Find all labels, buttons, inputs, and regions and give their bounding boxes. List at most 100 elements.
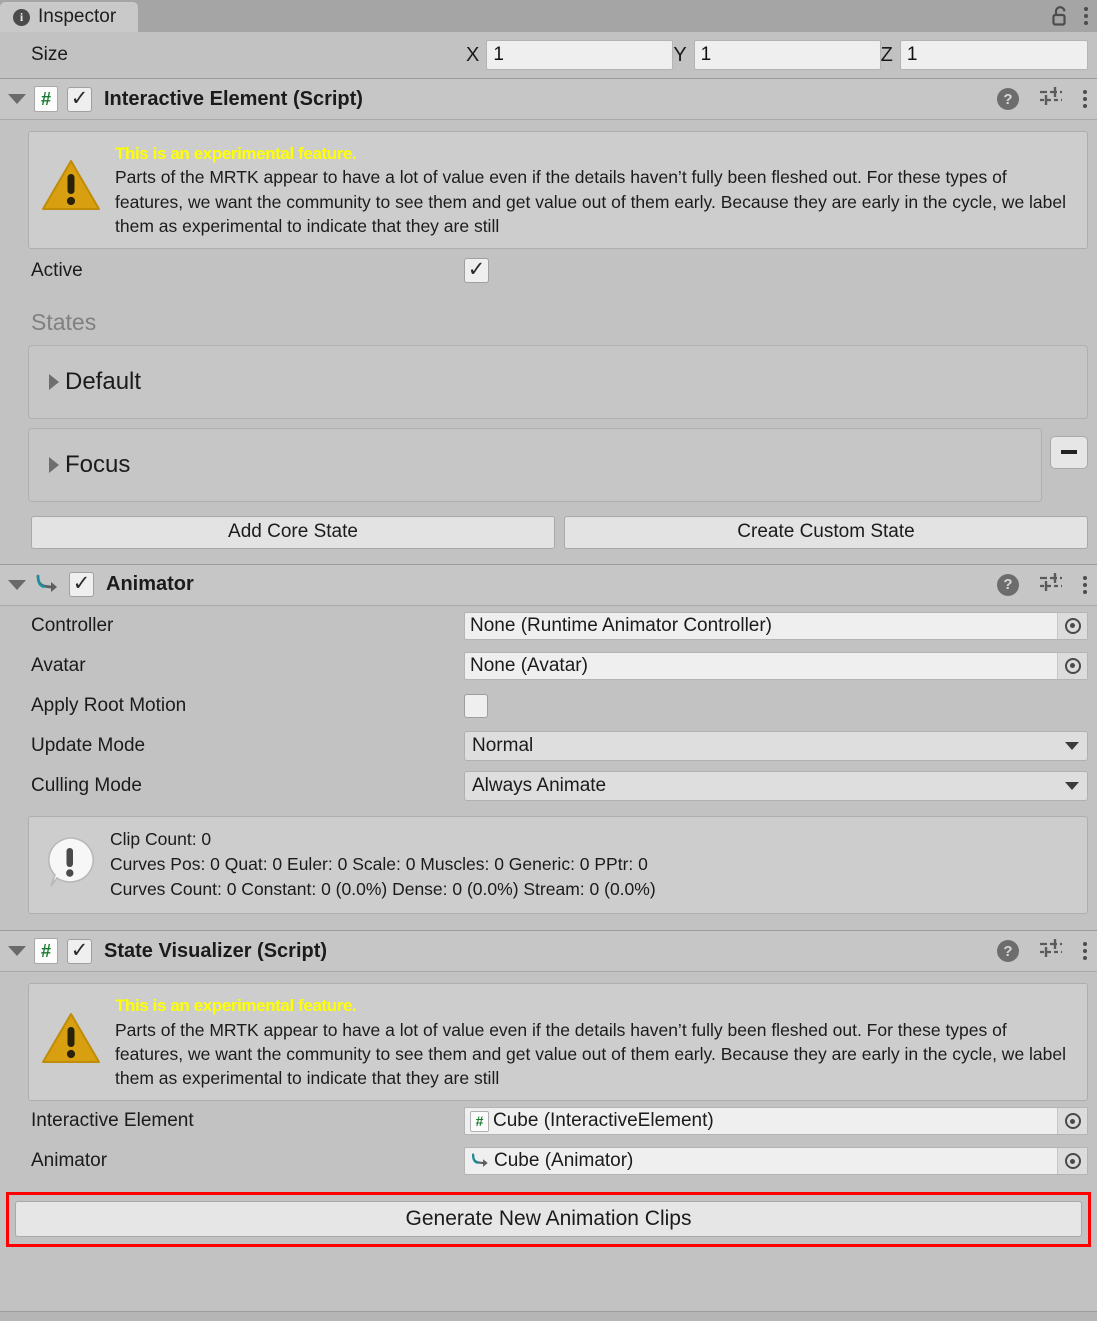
experimental-warning-box: This is an experimental feature. Parts o… bbox=[28, 131, 1088, 249]
state-row-default[interactable]: Default bbox=[28, 344, 1088, 419]
animator-field-label: Animator bbox=[31, 1150, 108, 1172]
avatar-object-field[interactable]: None (Avatar) bbox=[464, 651, 1088, 680]
interactive-element-label: Interactive Element bbox=[31, 1110, 194, 1132]
component-header-state-visualizer[interactable]: # State Visualizer (Script) ? bbox=[0, 930, 1097, 973]
tab-bar-actions bbox=[1051, 5, 1097, 32]
enable-checkbox-animator[interactable] bbox=[69, 572, 94, 598]
size-axis-z: Z 1 bbox=[881, 40, 1088, 70]
chevron-right-icon[interactable] bbox=[49, 373, 59, 390]
help-icon[interactable]: ? bbox=[997, 88, 1019, 110]
component-header-actions: ? bbox=[997, 85, 1087, 113]
help-icon[interactable]: ? bbox=[997, 940, 1019, 963]
component-header-animator[interactable]: Animator ? bbox=[0, 563, 1097, 606]
preset-icon[interactable] bbox=[1038, 571, 1064, 599]
script-icon: # bbox=[34, 86, 58, 112]
component-kebab-menu-icon[interactable] bbox=[1083, 942, 1087, 961]
experimental-warning-text: This is an experimental feature. Parts o… bbox=[115, 993, 1077, 1090]
state-action-buttons: Add Core State Create Custom State bbox=[0, 502, 1097, 562]
avatar-value: None (Avatar) bbox=[470, 654, 588, 676]
info-line-1: Clip Count: 0 bbox=[110, 828, 212, 849]
size-label: Size bbox=[31, 44, 68, 65]
script-icon: # bbox=[34, 938, 58, 965]
info-line-2: Curves Pos: 0 Quat: 0 Euler: 0 Scale: 0 … bbox=[110, 853, 648, 874]
controller-label: Controller bbox=[31, 614, 114, 636]
help-icon[interactable]: ? bbox=[997, 573, 1019, 596]
info-line-3: Curves Count: 0 Constant: 0 (0.0%) Dense… bbox=[110, 878, 656, 899]
add-core-state-button[interactable]: Add Core State bbox=[31, 515, 555, 549]
culling-mode-label: Culling Mode bbox=[31, 774, 142, 796]
state-name-default: Default bbox=[65, 367, 142, 395]
controller-object-field[interactable]: None (Runtime Animator Controller) bbox=[464, 611, 1088, 640]
culling-mode-value: Always Animate bbox=[472, 774, 607, 796]
chevron-right-icon[interactable] bbox=[49, 456, 59, 473]
bottom-strip bbox=[0, 1311, 1097, 1321]
chevron-down-icon bbox=[1065, 781, 1079, 790]
animator-field-culling-mode: Culling Mode Always Animate bbox=[0, 766, 1097, 806]
active-checkbox[interactable] bbox=[464, 258, 489, 284]
minus-icon bbox=[1061, 450, 1077, 455]
size-axis-y: Y 1 bbox=[673, 40, 881, 70]
preset-icon[interactable] bbox=[1038, 85, 1064, 113]
tab-inspector-label: Inspector bbox=[38, 6, 117, 27]
kebab-menu-icon[interactable] bbox=[1084, 7, 1088, 25]
interactive-element-value: Cube (InteractiveElement) bbox=[493, 1110, 714, 1132]
enable-checkbox-state-visualizer[interactable] bbox=[67, 938, 92, 964]
foldout-arrow-icon[interactable] bbox=[8, 579, 26, 590]
warning-triangle-icon bbox=[41, 1011, 101, 1073]
animator-field-avatar: Avatar None (Avatar) bbox=[0, 646, 1097, 686]
state-row-focus-wrapper: Focus bbox=[0, 419, 1097, 502]
animator-info-box: Clip Count: 0 Curves Pos: 0 Quat: 0 Eule… bbox=[28, 815, 1088, 915]
state-row-focus[interactable]: Focus bbox=[28, 427, 1042, 502]
generate-new-animation-clips-button[interactable]: Generate New Animation Clips bbox=[15, 1201, 1082, 1238]
interactive-element-object-field[interactable]: # Cube (InteractiveElement) bbox=[464, 1107, 1088, 1136]
object-picker-icon[interactable] bbox=[1057, 1148, 1087, 1175]
animator-field-update-mode: Update Mode Normal bbox=[0, 726, 1097, 766]
animator-icon bbox=[470, 1151, 490, 1171]
experimental-warning-body: Parts of the MRTK appear to have a lot o… bbox=[115, 1019, 1067, 1089]
component-kebab-menu-icon[interactable] bbox=[1083, 90, 1087, 108]
info-icon: i bbox=[13, 8, 30, 26]
object-picker-icon[interactable] bbox=[1057, 1108, 1087, 1135]
experimental-warning-title: This is an experimental feature. bbox=[115, 996, 357, 1016]
size-axis-x: X 1 bbox=[466, 40, 674, 70]
foldout-arrow-icon[interactable] bbox=[8, 946, 26, 957]
component-title: State Visualizer (Script) bbox=[104, 939, 328, 962]
size-x-input[interactable]: 1 bbox=[486, 40, 674, 70]
remove-state-button[interactable] bbox=[1050, 435, 1088, 469]
animator-value: Cube (Animator) bbox=[494, 1150, 634, 1172]
size-y-input[interactable]: 1 bbox=[693, 40, 881, 70]
apply-root-motion-label: Apply Root Motion bbox=[31, 694, 187, 716]
component-body-interactive-element: This is an experimental feature. Parts o… bbox=[0, 131, 1097, 564]
component-kebab-menu-icon[interactable] bbox=[1083, 575, 1087, 594]
enable-checkbox-interactive-element[interactable] bbox=[67, 86, 92, 112]
animator-field-controller: Controller None (Runtime Animator Contro… bbox=[0, 606, 1097, 646]
state-visualizer-field-animator: Animator Cube (Animator) bbox=[0, 1141, 1097, 1181]
component-header-interactive-element[interactable]: # Interactive Element (Script) ? bbox=[0, 78, 1097, 120]
preset-icon[interactable] bbox=[1038, 937, 1064, 965]
foldout-arrow-icon[interactable] bbox=[8, 94, 26, 104]
state-name-focus: Focus bbox=[65, 450, 131, 478]
axis-x-label: X bbox=[466, 43, 480, 66]
window-tab-bar: i Inspector bbox=[0, 0, 1097, 32]
apply-root-motion-checkbox[interactable] bbox=[464, 693, 488, 718]
size-row: Size X 1 Y 1 Z 1 bbox=[0, 32, 1097, 78]
axis-z-label: Z bbox=[880, 43, 893, 66]
axis-y-label: Y bbox=[673, 43, 687, 66]
tab-inspector[interactable]: i Inspector bbox=[0, 2, 139, 32]
state-visualizer-field-interactive-element: Interactive Element # Cube (InteractiveE… bbox=[0, 1101, 1097, 1141]
unlocked-padlock-icon[interactable] bbox=[1051, 5, 1070, 27]
experimental-warning-text: This is an experimental feature. Parts o… bbox=[115, 141, 1077, 238]
component-body-animator: Controller None (Runtime Animator Contro… bbox=[0, 605, 1097, 917]
experimental-warning-body: Parts of the MRTK appear to have a lot o… bbox=[115, 167, 1067, 236]
animator-object-field[interactable]: Cube (Animator) bbox=[464, 1147, 1088, 1176]
object-picker-icon[interactable] bbox=[1057, 612, 1087, 639]
culling-mode-dropdown[interactable]: Always Animate bbox=[464, 770, 1088, 801]
object-picker-icon[interactable] bbox=[1057, 652, 1087, 679]
component-header-actions: ? bbox=[997, 937, 1087, 965]
update-mode-dropdown[interactable]: Normal bbox=[464, 730, 1088, 761]
create-custom-state-button[interactable]: Create Custom State bbox=[564, 515, 1088, 549]
component-title: Interactive Element (Script) bbox=[104, 87, 363, 110]
generate-clips-highlight: Generate New Animation Clips bbox=[6, 1192, 1091, 1248]
info-bubble-icon bbox=[43, 834, 97, 894]
size-z-input[interactable]: 1 bbox=[899, 40, 1088, 70]
